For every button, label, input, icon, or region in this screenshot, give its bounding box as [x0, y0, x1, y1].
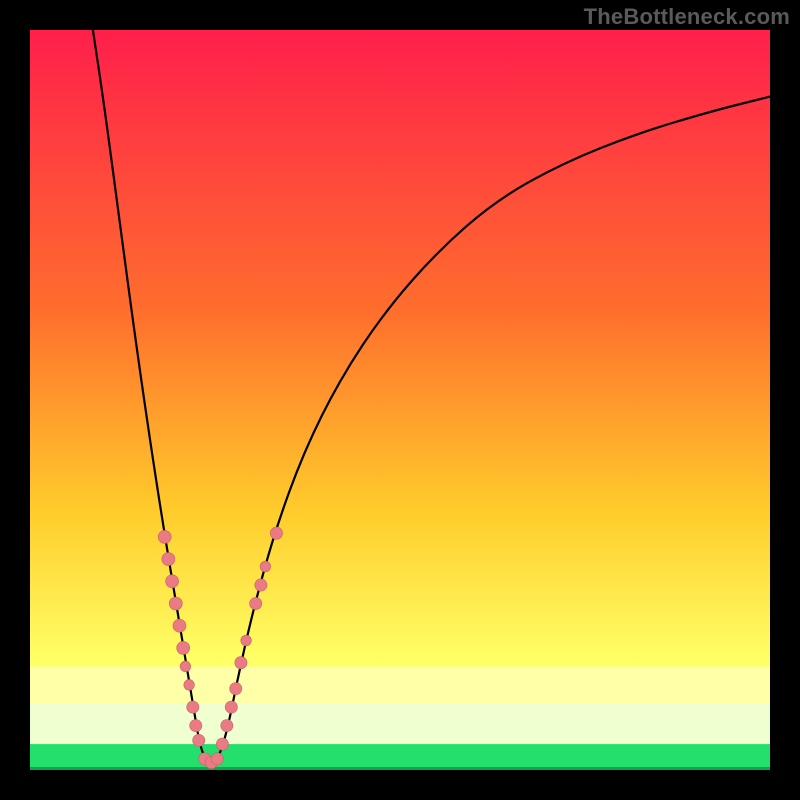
curve-marker [162, 553, 175, 566]
curve-marker [216, 738, 228, 750]
curve-marker [225, 701, 237, 713]
band-green [30, 744, 770, 770]
curve-marker [169, 597, 182, 610]
curve-marker [173, 619, 186, 632]
curve-marker [180, 661, 191, 672]
chart-stage: TheBottleneck.com [0, 0, 800, 800]
curve-marker [230, 682, 242, 694]
curve-marker [158, 530, 171, 543]
curve-marker [193, 734, 205, 746]
watermark-text: TheBottleneck.com [584, 4, 790, 30]
curve-marker [221, 719, 233, 731]
curve-marker [255, 579, 267, 591]
curve-marker [166, 575, 179, 588]
curve-marker [260, 561, 271, 572]
curve-marker [211, 753, 223, 765]
curve-marker [184, 680, 195, 691]
band-dark-green [30, 767, 770, 770]
curve-marker [241, 635, 252, 646]
curve-marker [235, 657, 247, 669]
curve-marker [250, 597, 262, 609]
curve-marker [177, 641, 190, 654]
plot-background [30, 30, 770, 770]
chart-svg [0, 0, 800, 800]
curve-marker [270, 527, 282, 539]
curve-marker [190, 719, 202, 731]
curve-marker [187, 701, 199, 713]
